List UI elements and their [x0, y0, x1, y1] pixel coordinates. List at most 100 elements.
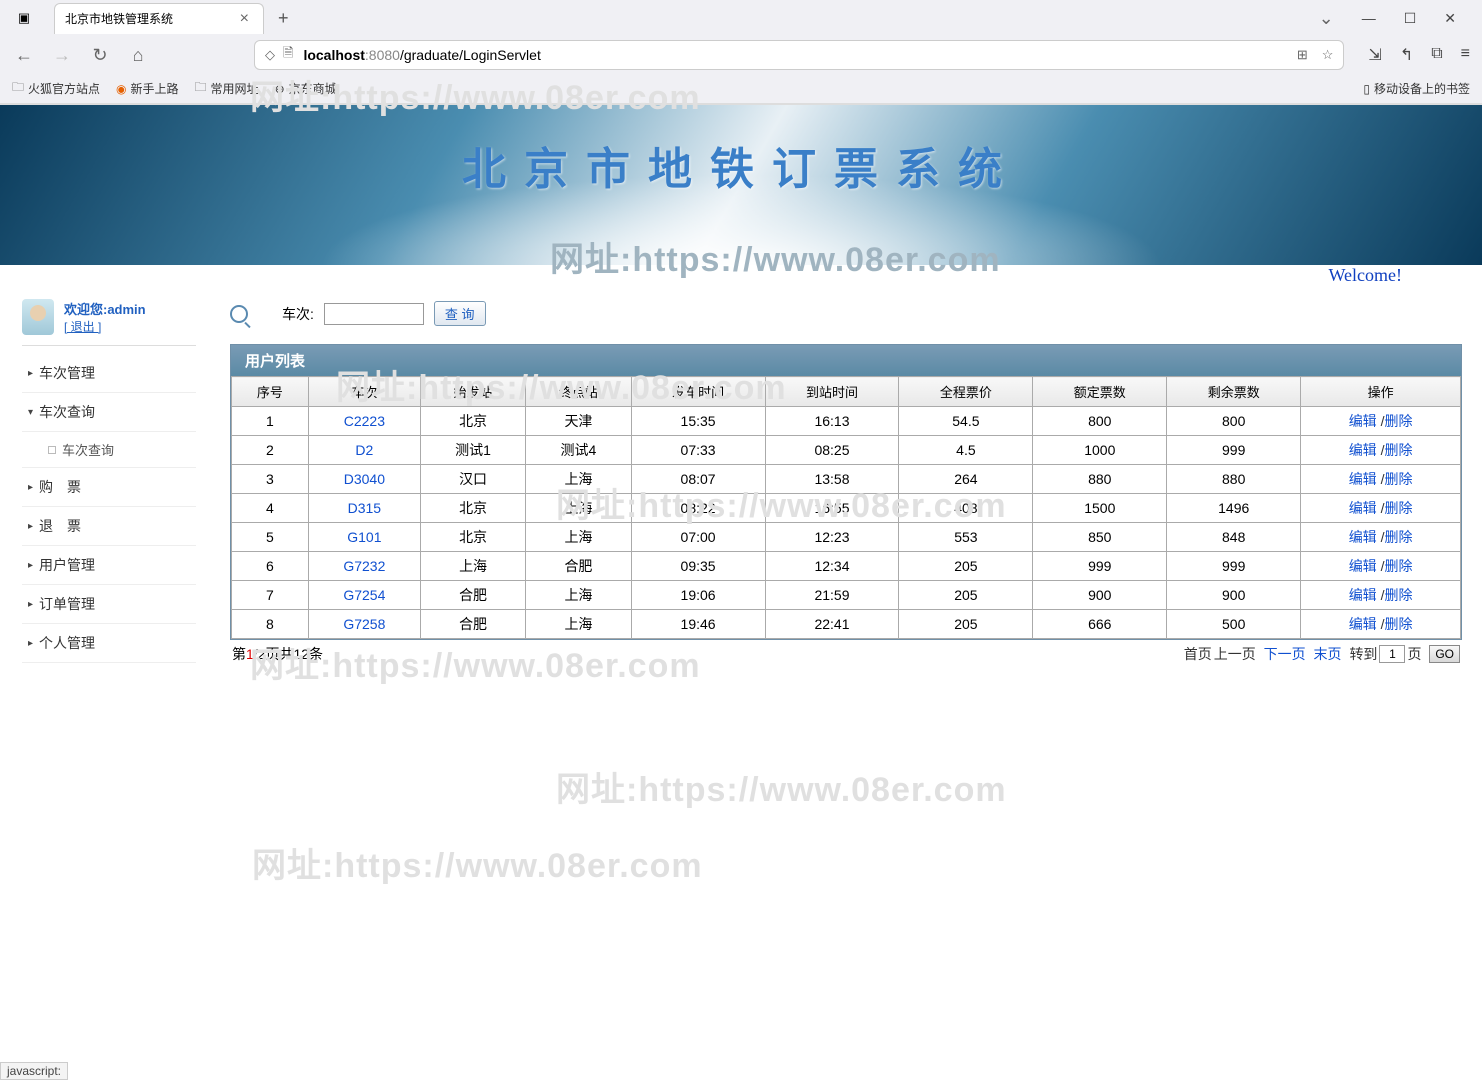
- table-row: 3D3040汉口上海08:0713:58264880880编辑 /删除: [232, 465, 1461, 494]
- page-info-icon[interactable]: 🗎: [283, 44, 293, 66]
- train-link[interactable]: G7254: [343, 587, 385, 603]
- folder-icon: 🗀: [12, 78, 24, 99]
- caret-right-icon: ▸: [28, 560, 33, 571]
- home-icon[interactable]: ⌂: [126, 45, 150, 66]
- bookmark-star-icon[interactable]: ☆: [1322, 47, 1334, 63]
- delete-link[interactable]: 删除: [1384, 616, 1412, 632]
- window-close-icon[interactable]: ✕: [1444, 10, 1456, 27]
- edit-link[interactable]: 编辑: [1349, 413, 1377, 429]
- edit-link[interactable]: 编辑: [1349, 529, 1377, 545]
- url-text: localhost:8080/graduate/LoginServlet: [303, 47, 540, 63]
- edit-link[interactable]: 编辑: [1349, 471, 1377, 487]
- search-row: 车次: 查 询: [230, 301, 1462, 326]
- table-header: 全程票价: [899, 377, 1033, 407]
- train-link[interactable]: G101: [347, 529, 381, 545]
- table-header: 额定票数: [1033, 377, 1167, 407]
- table-row: 8G7258合肥上海19:4622:41205666500编辑 /删除: [232, 610, 1461, 639]
- delete-link[interactable]: 删除: [1384, 529, 1412, 545]
- avatar: [22, 299, 54, 335]
- delete-link[interactable]: 删除: [1384, 587, 1412, 603]
- forward-icon[interactable]: →: [50, 45, 74, 66]
- menu-user-manage[interactable]: ▸用户管理: [22, 546, 196, 585]
- table-row: 5G101北京上海07:0012:23553850848编辑 /删除: [232, 523, 1461, 552]
- delete-link[interactable]: 删除: [1384, 471, 1412, 487]
- submenu-train-query[interactable]: 车次查询: [22, 432, 196, 468]
- search-button[interactable]: 查 询: [434, 301, 486, 326]
- menu-train-manage[interactable]: ▸车次管理: [22, 354, 196, 393]
- sidebar: 欢迎您:admin [ 退出 ] ▸车次管理 ▾车次查询 车次查询 ▸购 票 ▸…: [0, 289, 210, 676]
- search-label: 车次:: [282, 304, 314, 324]
- new-tab-icon[interactable]: +: [264, 8, 303, 29]
- edit-link[interactable]: 编辑: [1349, 587, 1377, 603]
- bookmarks-bar: 🗀火狐官方站点 ◉新手上路 🗀常用网址 ⊕京东商城 ▯移动设备上的书签: [0, 74, 1482, 104]
- train-number-input[interactable]: [324, 303, 424, 325]
- mobile-icon: ▯: [1363, 82, 1370, 96]
- browser-tab[interactable]: 北京市地铁管理系统 ×: [54, 3, 264, 34]
- table-header: 到站时间: [765, 377, 899, 407]
- edit-link[interactable]: 编辑: [1349, 442, 1377, 458]
- tab-title: 北京市地铁管理系统: [65, 10, 236, 27]
- menu-train-query[interactable]: ▾车次查询: [22, 393, 196, 432]
- table-header: 始发站: [420, 377, 525, 407]
- save-pocket-icon[interactable]: ⇲: [1368, 45, 1381, 65]
- go-button[interactable]: GO: [1429, 645, 1460, 663]
- bookmark-item[interactable]: 🗀火狐官方站点: [12, 78, 100, 99]
- train-link[interactable]: D2: [355, 442, 373, 458]
- edit-link[interactable]: 编辑: [1349, 500, 1377, 516]
- minimize-icon[interactable]: —: [1362, 10, 1376, 26]
- welcome-text: Welcome!: [0, 265, 1482, 289]
- address-bar[interactable]: ◇ 🗎 localhost:8080/graduate/LoginServlet…: [254, 40, 1344, 70]
- caret-right-icon: ▸: [28, 599, 33, 610]
- table-row: 7G7254合肥上海19:0621:59205900900编辑 /删除: [232, 581, 1461, 610]
- globe-icon: ⊕: [275, 82, 285, 96]
- logout-link[interactable]: [ 退出 ]: [64, 320, 101, 334]
- account-icon[interactable]: ↰: [1400, 45, 1413, 65]
- train-link[interactable]: D315: [348, 500, 381, 516]
- user-box: 欢迎您:admin [ 退出 ]: [22, 299, 196, 346]
- delete-link[interactable]: 删除: [1384, 558, 1412, 574]
- qr-icon[interactable]: ⊞: [1297, 47, 1308, 63]
- mobile-bookmarks[interactable]: ▯移动设备上的书签: [1363, 80, 1470, 97]
- edit-link[interactable]: 编辑: [1349, 558, 1377, 574]
- shield-icon[interactable]: ◇: [265, 47, 275, 63]
- delete-link[interactable]: 删除: [1384, 442, 1412, 458]
- close-icon[interactable]: ×: [236, 10, 253, 28]
- app-menu-icon[interactable]: ≡: [1461, 45, 1470, 65]
- table-header: 剩余票数: [1167, 377, 1301, 407]
- bookmark-item[interactable]: ◉新手上路: [116, 80, 179, 97]
- train-link[interactable]: C2223: [344, 413, 385, 429]
- train-link[interactable]: G7232: [343, 558, 385, 574]
- train-table: 序号车次始发站终点站发车时间到站时间全程票价额定票数剩余票数操作 1C2223北…: [231, 376, 1461, 639]
- bookmark-item[interactable]: 🗀常用网址: [195, 78, 259, 99]
- pager-goto-label: 转到: [1349, 644, 1377, 664]
- train-link[interactable]: D3040: [344, 471, 385, 487]
- bookmark-item[interactable]: ⊕京东商城: [275, 80, 337, 97]
- delete-link[interactable]: 删除: [1384, 413, 1412, 429]
- data-panel: 用户列表 序号车次始发站终点站发车时间到站时间全程票价额定票数剩余票数操作 1C…: [230, 344, 1462, 640]
- status-bar: javascript:: [0, 1062, 68, 1080]
- delete-link[interactable]: 删除: [1384, 500, 1412, 516]
- watermark: 网址:https://www.08er.com: [556, 762, 1007, 811]
- train-link[interactable]: G7258: [343, 616, 385, 632]
- search-icon: [230, 305, 248, 323]
- pager-prev[interactable]: 上一页: [1214, 644, 1256, 664]
- back-icon[interactable]: ←: [12, 45, 36, 66]
- tabs-dropdown-icon[interactable]: ⌄: [1319, 8, 1334, 29]
- edit-link[interactable]: 编辑: [1349, 616, 1377, 632]
- menu-refund-ticket[interactable]: ▸退 票: [22, 507, 196, 546]
- menu-personal-manage[interactable]: ▸个人管理: [22, 624, 196, 663]
- extensions-icon[interactable]: ⧉: [1431, 45, 1442, 65]
- table-row: 6G7232上海合肥09:3512:34205999999编辑 /删除: [232, 552, 1461, 581]
- table-row: 2D2测试1测试407:3308:254.51000999编辑 /删除: [232, 436, 1461, 465]
- pager-last[interactable]: 末页: [1314, 644, 1342, 664]
- maximize-icon[interactable]: ☐: [1404, 10, 1417, 27]
- page-number-input[interactable]: [1379, 645, 1405, 663]
- pager-first[interactable]: 首页: [1184, 644, 1212, 664]
- menu-buy-ticket[interactable]: ▸购 票: [22, 468, 196, 507]
- pager-next[interactable]: 下一页: [1264, 644, 1306, 664]
- sidebar-toggle-icon[interactable]: ▣: [8, 4, 40, 32]
- table-row: 1C2223北京天津15:3516:1354.5800800编辑 /删除: [232, 407, 1461, 436]
- banner-title: 北京市地铁订票系统: [0, 133, 1482, 197]
- menu-order-manage[interactable]: ▸订单管理: [22, 585, 196, 624]
- reload-icon[interactable]: ↻: [88, 45, 112, 66]
